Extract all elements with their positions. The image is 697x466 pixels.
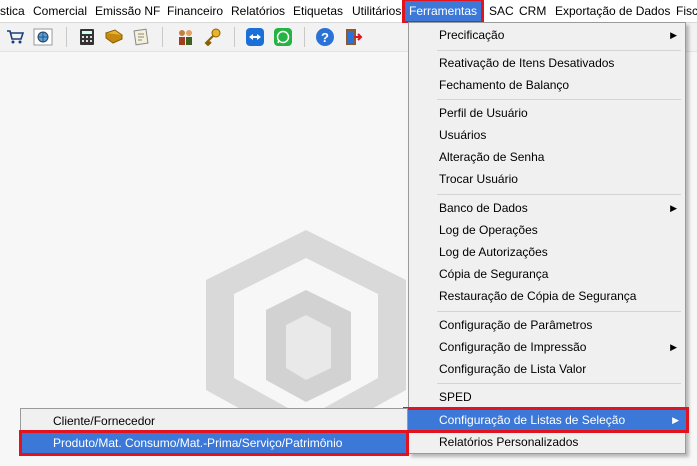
ferramentas-dropdown: Precificação ▶ Reativação de Itens Desati… (403, 22, 689, 454)
menu-item-relatorios-personalizados[interactable]: Relatórios Personalizados (409, 431, 685, 453)
menu-utilitarios[interactable]: Utilitários (352, 4, 401, 18)
key-icon[interactable] (202, 26, 224, 48)
menu-item-trocar-usuario[interactable]: Trocar Usuário (409, 168, 685, 190)
menu-item-alteracao-senha[interactable]: Alteração de Senha (409, 146, 685, 168)
menu-separator (437, 50, 681, 51)
menu-item-log-autorizacoes[interactable]: Log de Autorizações (409, 241, 685, 263)
menu-etiquetas[interactable]: Etiquetas (293, 4, 343, 18)
menu-separator (437, 99, 681, 100)
svg-text:?: ? (321, 30, 329, 45)
menu-item-perfil-usuario[interactable]: Perfil de Usuário (409, 102, 685, 124)
menu-item-config-listas-selecao[interactable]: Configuração de Listas de Seleção ▶ (403, 407, 689, 433)
users-icon[interactable] (174, 26, 196, 48)
globe-icon[interactable] (32, 26, 54, 48)
menu-item-banco-dados[interactable]: Banco de Dados ▶ (409, 197, 685, 219)
toolbar-separator (304, 27, 305, 47)
menu-item-precificacao[interactable]: Precificação ▶ (409, 24, 685, 46)
submenu-arrow-icon: ▶ (670, 203, 677, 213)
menu-item-config-lista-valor[interactable]: Configuração de Lista Valor (409, 358, 685, 380)
toolbar-separator (162, 27, 163, 47)
toolbar-separator (234, 27, 235, 47)
menu-emissao-nf[interactable]: Emissão NF (95, 4, 160, 18)
menu-item-config-parametros[interactable]: Configuração de Parâmetros (409, 314, 685, 336)
menu-financeiro[interactable]: Financeiro (167, 4, 223, 18)
notepad-icon[interactable] (130, 26, 152, 48)
menu-item-log-operacoes[interactable]: Log de Operações (409, 219, 685, 241)
help-icon[interactable]: ? (314, 26, 336, 48)
menu-separator (437, 194, 681, 195)
submenu-arrow-icon: ▶ (670, 342, 677, 352)
menu-relatorios[interactable]: Relatórios (231, 4, 285, 18)
whatsapp-icon[interactable] (272, 26, 294, 48)
teamviewer-icon[interactable] (244, 26, 266, 48)
menu-item-reativacao-itens[interactable]: Reativação de Itens Desativados (409, 52, 685, 74)
menu-separator (437, 311, 681, 312)
notebook-icon[interactable] (103, 26, 125, 48)
menu-item-usuarios[interactable]: Usuários (409, 124, 685, 146)
menu-item-copia-seguranca[interactable]: Cópia de Segurança (409, 263, 685, 285)
cart-icon[interactable] (4, 26, 26, 48)
submenu-arrow-icon: ▶ (670, 30, 677, 40)
menu-item-config-impressao[interactable]: Configuração de Impressão ▶ (409, 336, 685, 358)
menu-fiscal[interactable]: Fisc (676, 4, 697, 18)
menu-item-fechamento-balanco[interactable]: Fechamento de Balanço (409, 74, 685, 96)
menu-item-restauracao-copia[interactable]: Restauração de Cópia de Segurança (409, 285, 685, 307)
exit-icon[interactable] (342, 26, 364, 48)
menu-sac[interactable]: SAC (489, 4, 514, 18)
menu-separator (437, 383, 681, 384)
menu-estatistica[interactable]: stica (0, 4, 25, 18)
menu-item-sped[interactable]: SPED (409, 386, 685, 408)
menu-crm[interactable]: CRM (519, 4, 546, 18)
submenu-arrow-icon: ▶ (672, 415, 679, 425)
listas-selecao-submenu: Cliente/Fornecedor Produto/Mat. Consumo/… (19, 408, 409, 456)
menu-comercial[interactable]: Comercial (33, 4, 87, 18)
toolbar-separator (66, 27, 67, 47)
menu-ferramentas[interactable]: Ferramentas (401, 0, 485, 24)
menu-exportacao-de-dados[interactable]: Exportação de Dados (555, 4, 670, 18)
submenu-item-cliente-fornecedor[interactable]: Cliente/Fornecedor (21, 410, 407, 432)
submenu-item-produto[interactable]: Produto/Mat. Consumo/Mat.-Prima/Serviço/… (19, 430, 409, 456)
calculator-icon[interactable] (76, 26, 98, 48)
menu-bar: stica Comercial Emissão NF Financeiro Re… (0, 0, 697, 24)
